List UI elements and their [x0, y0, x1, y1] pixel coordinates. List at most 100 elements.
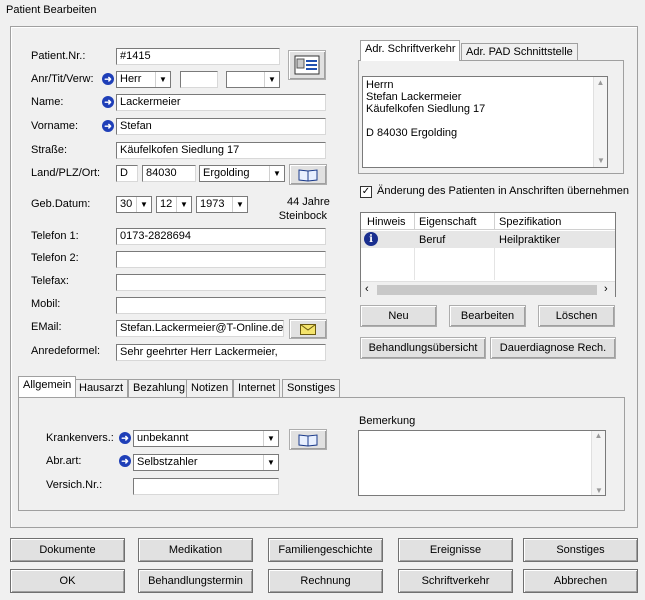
book-icon: [298, 433, 318, 447]
table-hscrollbar[interactable]: ‹ ›: [361, 281, 615, 297]
scroll-left-icon[interactable]: ‹: [365, 283, 369, 295]
verwandt-select[interactable]: ▼: [226, 71, 280, 88]
tab-notizen[interactable]: Notizen: [186, 379, 234, 397]
checkmark-icon: ✓: [361, 186, 371, 197]
behandlungsuebersicht-button[interactable]: Behandlungsübersicht: [360, 337, 486, 359]
abbrechen-button[interactable]: Abbrechen: [523, 569, 638, 593]
envelope-icon: [300, 323, 316, 335]
scroll-up-icon[interactable]: ▲: [592, 431, 605, 440]
tab-allgemein[interactable]: Allgemein: [18, 376, 77, 397]
dokumente-button[interactable]: Dokumente: [10, 538, 125, 562]
name-label: Name:: [31, 96, 64, 108]
abrart-select[interactable]: Selbstzahler ▼: [133, 454, 279, 471]
send-email-button[interactable]: [289, 319, 327, 339]
telefon1-field[interactable]: 0173-2828694: [116, 228, 326, 245]
rechnung-button[interactable]: Rechnung: [268, 569, 383, 593]
arrow-right-icon[interactable]: ➜: [102, 120, 114, 132]
name-field[interactable]: Lackermeier: [116, 94, 326, 111]
address-line: Herrn: [366, 79, 394, 91]
medikation-button[interactable]: Medikation: [138, 538, 253, 562]
tab-hausarzt[interactable]: Hausarzt: [74, 379, 129, 397]
versich-nr-field[interactable]: [133, 478, 279, 495]
telefax-field[interactable]: [116, 274, 326, 291]
mobil-label: Mobil:: [31, 298, 61, 310]
address-scrollbar[interactable]: ▲ ▼: [593, 77, 607, 167]
krankenvers-select[interactable]: unbekannt ▼: [133, 430, 279, 447]
chevron-down-icon: ▼: [263, 455, 278, 470]
geb-monat-value: 12: [160, 198, 173, 210]
hinweis-table: Hinweis Eigenschaft Spezifikation i Beru…: [360, 212, 616, 297]
ok-button[interactable]: OK: [10, 569, 125, 593]
address-line: [366, 115, 604, 127]
tab-sonstiges[interactable]: Sonstiges: [282, 379, 341, 397]
tab-bezahlung[interactable]: Bezahlung: [128, 379, 190, 397]
book-icon: [298, 168, 318, 182]
patient-nr-field[interactable]: #1415: [116, 48, 280, 65]
info-icon: i: [364, 232, 378, 246]
patient-nr-label: Patient.Nr.:: [31, 50, 86, 62]
scroll-right-icon[interactable]: ›: [604, 283, 608, 295]
ort-select[interactable]: Ergolding ▼: [199, 165, 285, 182]
geb-tag-select[interactable]: 30 ▼: [116, 196, 152, 213]
address-line: D 84030 Ergolding: [366, 127, 458, 139]
neu-button[interactable]: Neu: [360, 305, 437, 327]
scroll-down-icon[interactable]: ▼: [592, 486, 606, 495]
strasse-field[interactable]: Käufelkofen Siedlung 17: [116, 142, 326, 159]
contact-card-button[interactable]: [288, 50, 326, 80]
address-textarea[interactable]: Herrn Stefan Lackermeier Käufelkofen Sie…: [362, 76, 608, 168]
schriftverkehr-button[interactable]: Schriftverkehr: [398, 569, 513, 593]
col-header-hinweis[interactable]: Hinweis: [367, 216, 406, 228]
familiengeschichte-button[interactable]: Familiengeschichte: [268, 538, 383, 562]
col-header-spezifikation[interactable]: Spezifikation: [499, 216, 561, 228]
krankenkasse-book-button[interactable]: [289, 429, 327, 450]
chevron-down-icon: ▼: [264, 72, 279, 87]
bearbeiten-button[interactable]: Bearbeiten: [449, 305, 526, 327]
arrow-right-icon[interactable]: ➜: [119, 455, 131, 467]
bemerkung-scrollbar[interactable]: ▲ ▼: [591, 431, 605, 495]
telefon1-label: Telefon 1:: [31, 230, 79, 242]
loeschen-button[interactable]: Löschen: [538, 305, 615, 327]
plz-field[interactable]: 84030: [142, 165, 196, 182]
tab-internet[interactable]: Internet: [233, 379, 281, 397]
tab-adr-schriftverkehr[interactable]: Adr. Schriftverkehr: [360, 40, 461, 61]
mobil-field[interactable]: [116, 297, 326, 314]
bemerkung-textarea[interactable]: ▲ ▼: [358, 430, 606, 496]
ereignisse-button[interactable]: Ereignisse: [398, 538, 513, 562]
email-field[interactable]: Stefan.Lackermeier@T-Online.de: [116, 320, 284, 337]
anschriften-checkbox[interactable]: ✓: [360, 186, 372, 198]
table-row[interactable]: i Beruf Heilpraktiker: [361, 231, 615, 248]
anredeformel-field[interactable]: Sehr geehrter Herr Lackermeier,: [116, 344, 326, 361]
scroll-thumb[interactable]: [377, 285, 597, 295]
vorname-field[interactable]: Stefan: [116, 118, 326, 135]
anrede-select[interactable]: Herr ▼: [116, 71, 171, 88]
titel-field[interactable]: [180, 71, 218, 88]
arrow-right-icon[interactable]: ➜: [119, 432, 131, 444]
behandlungstermin-button[interactable]: Behandlungstermin: [138, 569, 253, 593]
chevron-down-icon: ▼: [176, 197, 191, 212]
contact-card-icon: [294, 55, 320, 75]
land-field[interactable]: D: [116, 165, 138, 182]
arrow-right-icon[interactable]: ➜: [102, 96, 114, 108]
geb-monat-select[interactable]: 12 ▼: [156, 196, 192, 213]
col-header-eigenschaft[interactable]: Eigenschaft: [419, 216, 476, 228]
chevron-down-icon: ▼: [136, 197, 151, 212]
sonstiges-button[interactable]: Sonstiges: [523, 538, 638, 562]
scroll-up-icon[interactable]: ▲: [594, 77, 607, 89]
vorname-label: Vorname:: [31, 120, 79, 132]
chevron-down-icon: ▼: [232, 197, 247, 212]
anr-tit-verw-label: Anr/Tit/Verw:: [31, 73, 94, 85]
abrart-value: Selbstzahler: [137, 456, 198, 468]
scroll-down-icon[interactable]: ▼: [594, 155, 608, 167]
sternzeichen-text: Steinbock: [278, 210, 327, 222]
bemerkung-label: Bemerkung: [359, 415, 416, 427]
arrow-right-icon[interactable]: ➜: [102, 73, 114, 85]
tab-adr-pad-schnittstelle[interactable]: Adr. PAD Schnittstelle: [461, 43, 578, 61]
dauerdiagnose-button[interactable]: Dauerdiagnose Rech.: [490, 337, 616, 359]
telefon2-field[interactable]: [116, 251, 326, 268]
address-book-button[interactable]: [289, 164, 327, 185]
chevron-down-icon: ▼: [269, 166, 284, 181]
anschriften-checkbox-label: Änderung des Patienten in Anschriften üb…: [377, 185, 629, 197]
abrart-label: Abr.art:: [46, 455, 82, 467]
geb-jahr-select[interactable]: 1973 ▼: [196, 196, 248, 213]
geb-jahr-value: 1973: [200, 198, 225, 210]
